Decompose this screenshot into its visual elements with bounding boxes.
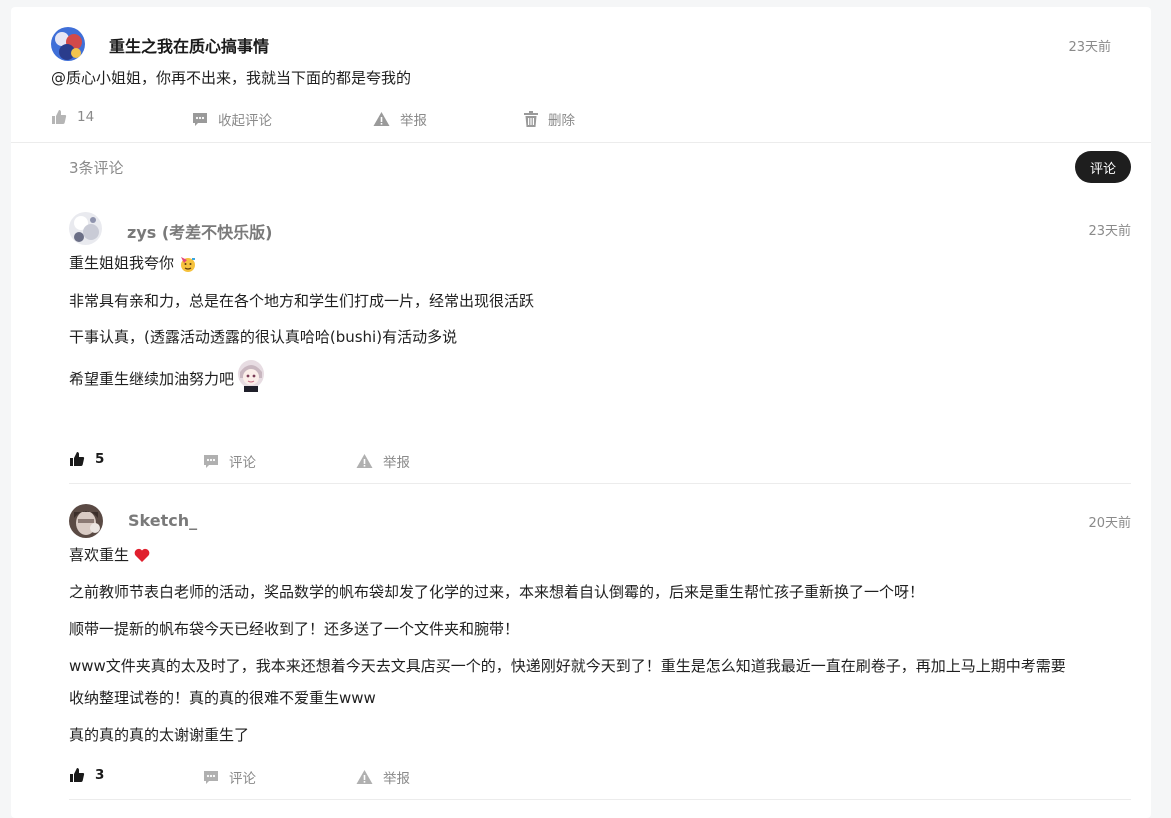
comment-author-name[interactable]: zys (考差不快乐版) [127, 219, 272, 243]
post-author-avatar[interactable] [51, 27, 85, 61]
post-timestamp: 23天前 [1068, 40, 1111, 55]
comment-like-count: 3 [95, 767, 105, 783]
comment-author-name[interactable]: Sketch_ [128, 511, 197, 530]
comment-line: 顺带一提新的帆布袋今天已经收到了！还多送了一个文件夹和腕带！ [69, 620, 520, 638]
comment-divider [69, 483, 1131, 484]
trash-icon [524, 111, 538, 127]
warning-triangle-icon [356, 770, 373, 784]
comment-like-button[interactable]: 3 [69, 767, 104, 783]
post-like-button[interactable]: 14 [51, 109, 94, 125]
comment-line: 之前教师节表白老师的活动，奖品数学的帆布袋却发了化学的过来，本来想着自认倒霉的，… [69, 583, 925, 601]
comment-line: 收纳整理试卷的！真的真的很难不爱重生www [69, 689, 376, 707]
comment-bubble-icon [204, 771, 218, 784]
comment-line: www文件夹真的太及时了，我本来还想着今天去文具店买一个的，快递刚好就今天到了！… [69, 657, 1066, 675]
post-delete-label: 删除 [548, 113, 575, 129]
comment-report-button[interactable]: 举报 [356, 451, 410, 471]
comment-report-label: 举报 [383, 455, 410, 471]
comment-line: 重生姐姐我夸你 [69, 252, 197, 273]
party-face-emoji [180, 256, 195, 272]
comment-count: 3条评论 [69, 159, 124, 177]
thumb-up-icon [52, 110, 67, 124]
collapse-comments-button[interactable]: 收起评论 [192, 109, 272, 129]
comment-like-count: 5 [95, 451, 105, 467]
post-like-count: 14 [77, 109, 95, 125]
comment-bubble-icon [193, 113, 207, 126]
thumb-up-icon [70, 768, 85, 782]
warning-triangle-icon [373, 112, 390, 126]
comment-report-label: 举报 [383, 771, 410, 787]
post-content: @质心小姐姐，你再不出来，我就当下面的都是夸我的 [51, 69, 412, 87]
comment-bubble-icon [204, 455, 218, 468]
post-divider [11, 142, 1151, 143]
comment-reply-label: 评论 [229, 771, 256, 787]
warning-triangle-icon [356, 454, 373, 468]
comment-line: 真的真的真的太谢谢重生了 [69, 726, 250, 744]
comment-line: 希望重生继续加油努力吧 [69, 358, 266, 392]
comment-line: 干事认真，(透露活动透露的很认真哈哈(bushi)有活动多说 [69, 328, 458, 346]
comment-like-button[interactable]: 5 [69, 451, 104, 467]
comment-author-avatar[interactable] [69, 212, 102, 245]
collapse-comments-label: 收起评论 [218, 113, 272, 129]
post-report-label: 举报 [400, 113, 427, 129]
comment-reply-label: 评论 [229, 455, 256, 471]
comment-divider [69, 799, 1131, 800]
write-comment-button[interactable]: 评论 [1075, 151, 1131, 183]
post-delete-button[interactable]: 删除 [524, 109, 575, 129]
comment-line: 喜欢重生 [69, 544, 150, 565]
comment-timestamp: 20天前 [1088, 516, 1131, 531]
comment-author-avatar[interactable] [69, 504, 103, 538]
comment-timestamp: 23天前 [1088, 224, 1131, 239]
comment-line: 非常具有亲和力，总是在各个地方和学生们打成一片，经常出现很活跃 [69, 292, 535, 310]
thumb-up-icon [70, 452, 85, 466]
post-report-button[interactable]: 举报 [373, 109, 427, 129]
comment-reply-button[interactable]: 评论 [203, 767, 256, 787]
red-heart-emoji [134, 548, 150, 562]
anime-sticker [238, 360, 265, 392]
comment-report-button[interactable]: 举报 [356, 767, 410, 787]
post-author-name[interactable]: 重生之我在质心搞事情 [109, 33, 269, 57]
comment-reply-button[interactable]: 评论 [203, 451, 256, 471]
